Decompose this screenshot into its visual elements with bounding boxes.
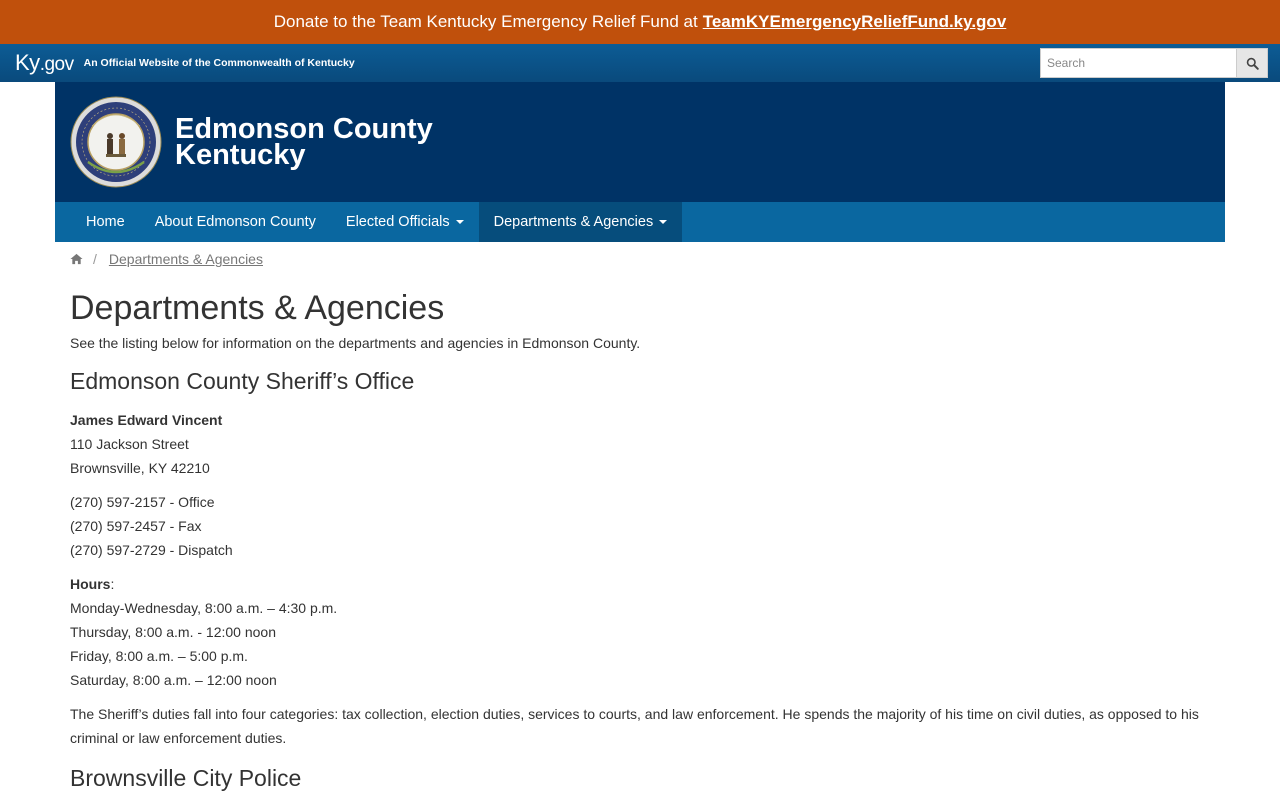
page-intro: See the listing below for information on…	[70, 335, 641, 351]
sheriff-address-line1: 110 Jackson Street	[70, 436, 189, 452]
hours-line: Saturday, 8:00 a.m. – 12:00 noon	[70, 672, 277, 688]
kygov-logo-ky: Ky	[15, 50, 40, 75]
phone-fax: (270) 597-2457 - Fax	[70, 518, 202, 534]
nav-about-label: About Edmonson County	[154, 214, 316, 230]
kygov-logo-gov: .gov	[39, 54, 74, 75]
phone-dispatch: (270) 597-2729 - Dispatch	[70, 542, 233, 558]
sheriff-description: The Sheriff’s duties fall into four cate…	[70, 706, 1199, 746]
breadcrumb-separator: /	[93, 251, 97, 267]
hours-line: Thursday, 8:00 a.m. - 12:00 noon	[70, 624, 276, 640]
caret-down-icon	[659, 220, 668, 224]
nav-elected-officials-label: Elected Officials	[345, 214, 450, 230]
section-heading-sheriff: Edmonson County Sheriff’s Office	[70, 368, 415, 394]
donate-link[interactable]: TeamKYEmergencyReliefFund.ky.gov	[703, 12, 1007, 32]
kygov-tagline: An Official Website of the Commonwealth …	[83, 57, 355, 69]
nav-about[interactable]: About Edmonson County	[140, 202, 331, 242]
site-title-line2: Kentucky	[175, 139, 306, 171]
donate-banner: Donate to the Team Kentucky Emergency Re…	[0, 0, 1280, 44]
sheriff-address-line2: Brownsville, KY 42210	[70, 460, 210, 476]
hours-line: Friday, 8:00 a.m. – 5:00 p.m.	[70, 648, 248, 664]
sheriff-phones: (270) 597-2157 - Office (270) 597-2457 -…	[70, 490, 1210, 562]
breadcrumb: / Departments & Agencies	[70, 242, 1210, 276]
sheriff-contact: James Edward Vincent 110 Jackson Street …	[70, 408, 1210, 480]
main-nav: Home About Edmonson County Elected Offic…	[55, 202, 1225, 242]
nav-home[interactable]: Home	[71, 202, 140, 242]
kygov-logo[interactable]: Ky.gov	[15, 50, 74, 76]
search-form	[1040, 48, 1268, 78]
nav-home-label: Home	[86, 214, 125, 230]
breadcrumb-current[interactable]: Departments & Agencies	[109, 251, 263, 267]
nav-departments-agencies[interactable]: Departments & Agencies	[478, 202, 683, 242]
hours-line: Monday-Wednesday, 8:00 a.m. – 4:30 p.m.	[70, 600, 338, 616]
sheriff-name: James Edward Vincent	[70, 412, 223, 428]
search-input[interactable]	[1040, 48, 1236, 78]
main-content: / Departments & Agencies Departments & A…	[70, 242, 1210, 793]
nav-departments-agencies-label: Departments & Agencies	[493, 214, 654, 230]
donate-text: Donate to the Team Kentucky Emergency Re…	[273, 12, 698, 31]
site-header: Edmonson County Kentucky	[55, 82, 1225, 202]
phone-office: (270) 597-2157 - Office	[70, 494, 215, 510]
caret-down-icon	[455, 220, 464, 224]
search-icon	[1246, 57, 1259, 70]
page-title: Departments & Agencies	[70, 289, 445, 327]
site-title[interactable]: Edmonson County Kentucky	[175, 115, 433, 171]
home-icon[interactable]	[70, 253, 83, 265]
search-button[interactable]	[1236, 48, 1268, 78]
sheriff-hours: Hours: Monday-Wednesday, 8:00 a.m. – 4:3…	[70, 576, 338, 688]
hours-label: Hours	[70, 576, 111, 592]
kygov-bar: Ky.gov An Official Website of the Common…	[0, 44, 1280, 82]
nav-elected-officials[interactable]: Elected Officials	[331, 202, 479, 242]
section-heading-police: Brownsville City Police	[70, 765, 302, 791]
kentucky-seal-logo[interactable]	[70, 96, 162, 188]
